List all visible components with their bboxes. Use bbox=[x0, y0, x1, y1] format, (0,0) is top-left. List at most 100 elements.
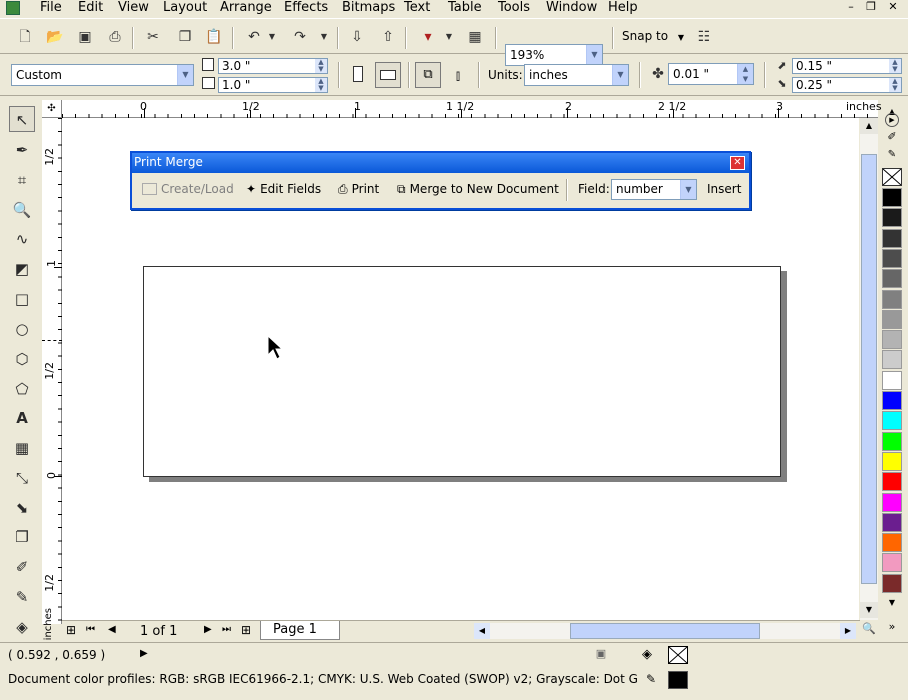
field-combo[interactable]: number ▼ bbox=[611, 179, 697, 200]
portrait-icon[interactable] bbox=[353, 66, 363, 82]
blend-tool-icon[interactable]: ❐ bbox=[9, 524, 35, 550]
ellipse-tool-icon[interactable]: ○ bbox=[9, 316, 35, 342]
outline-color-swatch[interactable] bbox=[668, 671, 688, 689]
navigator-zoom-icon[interactable]: 🔍 bbox=[860, 622, 878, 638]
menu-edit[interactable]: Edit bbox=[78, 0, 103, 15]
undo-dropdown-icon[interactable]: ▼ bbox=[266, 27, 278, 47]
document-page[interactable] bbox=[143, 266, 781, 477]
hscroll-right-icon[interactable]: ▶ bbox=[840, 623, 856, 639]
menu-arrange[interactable]: Arrange bbox=[220, 0, 272, 15]
spin-arrows-icon[interactable]: ▲ ▼ bbox=[889, 78, 901, 92]
color-proof-icon[interactable]: ▣ bbox=[592, 647, 610, 663]
color-swatch[interactable] bbox=[882, 391, 902, 410]
add-page-after-icon[interactable]: ⊞ bbox=[241, 623, 251, 637]
eyedropper-tool-icon[interactable]: ✐ bbox=[9, 554, 35, 580]
hscroll-left-icon[interactable]: ◀ bbox=[474, 623, 490, 639]
copy-icon[interactable]: ❐ bbox=[175, 27, 195, 47]
export-icon[interactable]: ⇧ bbox=[378, 27, 398, 47]
horizontal-ruler[interactable]: 0 1/2 1 1 1/2 2 2 1/2 3 inches bbox=[62, 100, 882, 118]
color-swatch[interactable] bbox=[882, 269, 902, 289]
close-icon[interactable]: ✕ bbox=[730, 156, 745, 170]
color-swatch[interactable] bbox=[882, 309, 902, 329]
palette-options-icon[interactable]: ✎ bbox=[884, 149, 900, 163]
print-icon[interactable]: ⎙ bbox=[105, 27, 125, 47]
crop-tool-icon[interactable]: ⌗ bbox=[9, 167, 35, 193]
chevron-down-icon[interactable]: ▼ bbox=[177, 65, 193, 85]
page-tab[interactable]: Page 1 bbox=[260, 621, 340, 640]
menu-layout[interactable]: Layout bbox=[163, 0, 207, 15]
close-icon[interactable]: ✕ bbox=[884, 0, 902, 15]
scroll-up-icon[interactable]: ▲ bbox=[860, 118, 878, 134]
connector-tool-icon[interactable]: ⬊ bbox=[9, 495, 35, 521]
minimize-icon[interactable]: – bbox=[842, 0, 860, 15]
menu-effects[interactable]: Effects bbox=[284, 0, 328, 15]
color-swatch[interactable] bbox=[882, 411, 902, 431]
save-icon[interactable]: ▣ bbox=[75, 27, 95, 47]
menu-bitmaps[interactable]: Bitmaps bbox=[342, 0, 395, 15]
table-tool-icon[interactable]: ▦ bbox=[9, 435, 35, 461]
fill-none-swatch[interactable] bbox=[668, 646, 688, 664]
polygon-tool-icon[interactable]: ⬡ bbox=[9, 346, 35, 372]
page-height-input[interactable]: 1.0 " ▲ ▼ bbox=[218, 77, 328, 93]
snap-to-button[interactable]: Snap to ▼ bbox=[622, 29, 684, 43]
new-document-icon[interactable]: 🗋 bbox=[15, 27, 35, 47]
spin-arrows-icon[interactable]: ▲ ▼ bbox=[889, 59, 901, 73]
scroll-thumb[interactable] bbox=[861, 154, 877, 584]
color-swatch[interactable] bbox=[882, 492, 902, 512]
shape-tool-icon[interactable]: ✒ bbox=[9, 137, 35, 163]
color-swatch[interactable] bbox=[882, 289, 902, 309]
menu-help[interactable]: Help bbox=[608, 0, 638, 15]
duplicate-y-input[interactable]: 0.25 " ▲ ▼ bbox=[792, 77, 902, 93]
units-combo[interactable]: inches ▼ bbox=[524, 64, 629, 86]
undo-icon[interactable]: ↶ bbox=[244, 27, 264, 47]
menu-file[interactable]: File bbox=[40, 0, 62, 15]
create-load-button[interactable]: Create/Load bbox=[142, 180, 234, 198]
edit-fields-button[interactable]: ✦ Edit Fields bbox=[246, 180, 321, 198]
ruler-origin-icon[interactable]: ✣ bbox=[42, 100, 62, 118]
menu-tools[interactable]: Tools bbox=[498, 0, 530, 15]
palette-expand-icon[interactable]: » bbox=[883, 620, 901, 634]
restore-icon[interactable]: ❐ bbox=[862, 0, 880, 15]
app-icon[interactable] bbox=[6, 1, 20, 15]
color-eyedropper-icon[interactable]: ✐ bbox=[884, 130, 900, 144]
color-swatch[interactable] bbox=[882, 553, 902, 573]
color-swatch[interactable] bbox=[882, 573, 902, 593]
duplicate-x-input[interactable]: 0.15 " ▲ ▼ bbox=[792, 58, 902, 74]
color-swatch[interactable] bbox=[882, 208, 902, 228]
vertical-scrollbar[interactable]: ▲ ▼ bbox=[860, 118, 878, 620]
chevron-down-icon[interactable]: ▼ bbox=[612, 65, 628, 85]
spin-arrows-icon[interactable]: ▲ ▼ bbox=[315, 78, 327, 92]
menu-window[interactable]: Window bbox=[546, 0, 597, 15]
pick-tool-icon[interactable]: ↖ bbox=[9, 106, 35, 132]
cut-icon[interactable]: ✂ bbox=[143, 27, 163, 47]
text-tool-icon[interactable]: A bbox=[9, 405, 35, 431]
insert-button[interactable]: Insert bbox=[707, 180, 741, 198]
dimension-tool-icon[interactable]: ⤡ bbox=[9, 465, 35, 491]
freehand-tool-icon[interactable]: ∿ bbox=[9, 226, 35, 252]
scroll-down-icon[interactable]: ▼ bbox=[860, 602, 878, 618]
menu-view[interactable]: View bbox=[118, 0, 149, 15]
color-swatch[interactable] bbox=[882, 330, 902, 350]
print-merge-toolbar[interactable]: Print Merge ✕ Create/Load ✦ Edit Fields ⎙… bbox=[130, 151, 751, 210]
spin-arrows-icon[interactable]: ▲ ▼ bbox=[737, 64, 753, 84]
color-swatch[interactable] bbox=[882, 370, 902, 390]
options-icon[interactable]: ☷ bbox=[694, 27, 714, 47]
page-preset-combo[interactable]: Custom ▼ bbox=[11, 64, 194, 86]
import-icon[interactable]: ⇩ bbox=[347, 27, 367, 47]
fill-tool-icon[interactable]: ◈ bbox=[9, 614, 35, 640]
current-page-icon[interactable]: ⫾ bbox=[448, 66, 468, 86]
page-width-input[interactable]: 3.0 " ▲ ▼ bbox=[218, 58, 328, 74]
color-swatch[interactable] bbox=[882, 512, 902, 532]
merge-new-document-button[interactable]: ⧉ Merge to New Document bbox=[397, 180, 559, 198]
color-swatch[interactable] bbox=[882, 472, 902, 492]
palette-flyout-icon[interactable]: ▶ bbox=[885, 113, 899, 127]
redo-icon[interactable]: ↷ bbox=[290, 27, 310, 47]
vertical-ruler[interactable]: 1/2 1 1/2 0 1/2 inches bbox=[42, 118, 62, 640]
horizontal-scrollbar[interactable] bbox=[490, 623, 840, 639]
chevron-down-icon[interactable]: ▼ bbox=[680, 180, 696, 199]
status-expand-icon[interactable]: ▶ bbox=[140, 648, 148, 659]
smart-fill-tool-icon[interactable]: ◩ bbox=[9, 256, 35, 282]
add-page-before-icon[interactable]: ⊞ bbox=[66, 623, 76, 637]
basic-shapes-tool-icon[interactable]: ⬠ bbox=[9, 376, 35, 402]
application-launcher-icon[interactable]: ▾ bbox=[418, 27, 438, 47]
